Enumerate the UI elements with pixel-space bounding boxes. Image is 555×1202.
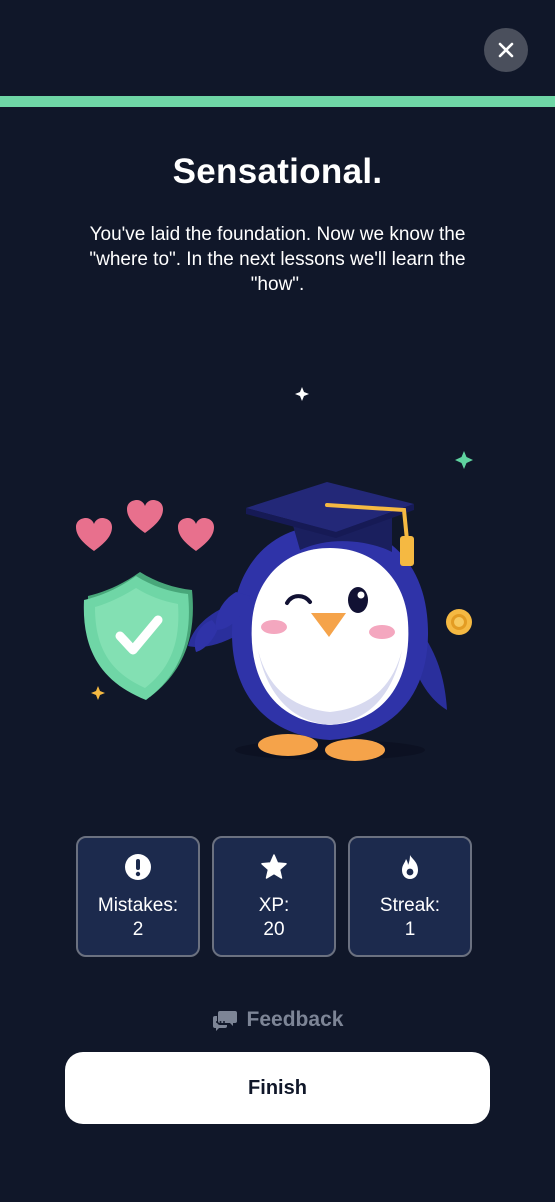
penguin-graduate-illustration [76, 387, 473, 761]
stat-value: 1 [404, 919, 416, 940]
close-button[interactable] [484, 28, 528, 72]
stat-label: Mistakes: [97, 895, 179, 916]
flame-icon [395, 852, 425, 882]
sparkle-icon [455, 451, 473, 469]
progress-fill [0, 96, 555, 107]
stat-mistakes: Mistakes: 2 [76, 836, 200, 957]
stat-label: Streak: [379, 895, 441, 916]
stat-value: 20 [263, 919, 285, 940]
star-icon [259, 852, 289, 882]
feedback-link[interactable]: Feedback [0, 1008, 555, 1032]
heart-icon [76, 518, 112, 551]
feedback-label: Feedback [246, 1008, 344, 1031]
sparkle-icon [91, 686, 105, 700]
coin-icon [446, 609, 472, 635]
shield-check-icon [83, 572, 193, 700]
chat-bubbles-icon [212, 1011, 237, 1031]
heart-icon [178, 518, 214, 551]
finish-button[interactable]: Finish [65, 1052, 490, 1124]
close-icon [498, 42, 514, 58]
stat-xp: XP: 20 [212, 836, 336, 957]
exclamation-icon [123, 852, 153, 882]
lesson-stats: Mistakes: 2 XP: 20 Streak: 1 [76, 836, 472, 957]
stat-value: 2 [132, 919, 144, 940]
progress-bar [0, 96, 555, 107]
heart-icon [127, 500, 163, 533]
sparkle-icon [295, 387, 309, 401]
finish-button-label: Finish [248, 1076, 307, 1099]
stat-label: XP: [258, 895, 290, 916]
page-title: Sensational. [172, 152, 383, 191]
stat-streak: Streak: 1 [348, 836, 472, 957]
lesson-complete-message: You've laid the foundation. Now we know … [89, 224, 466, 295]
